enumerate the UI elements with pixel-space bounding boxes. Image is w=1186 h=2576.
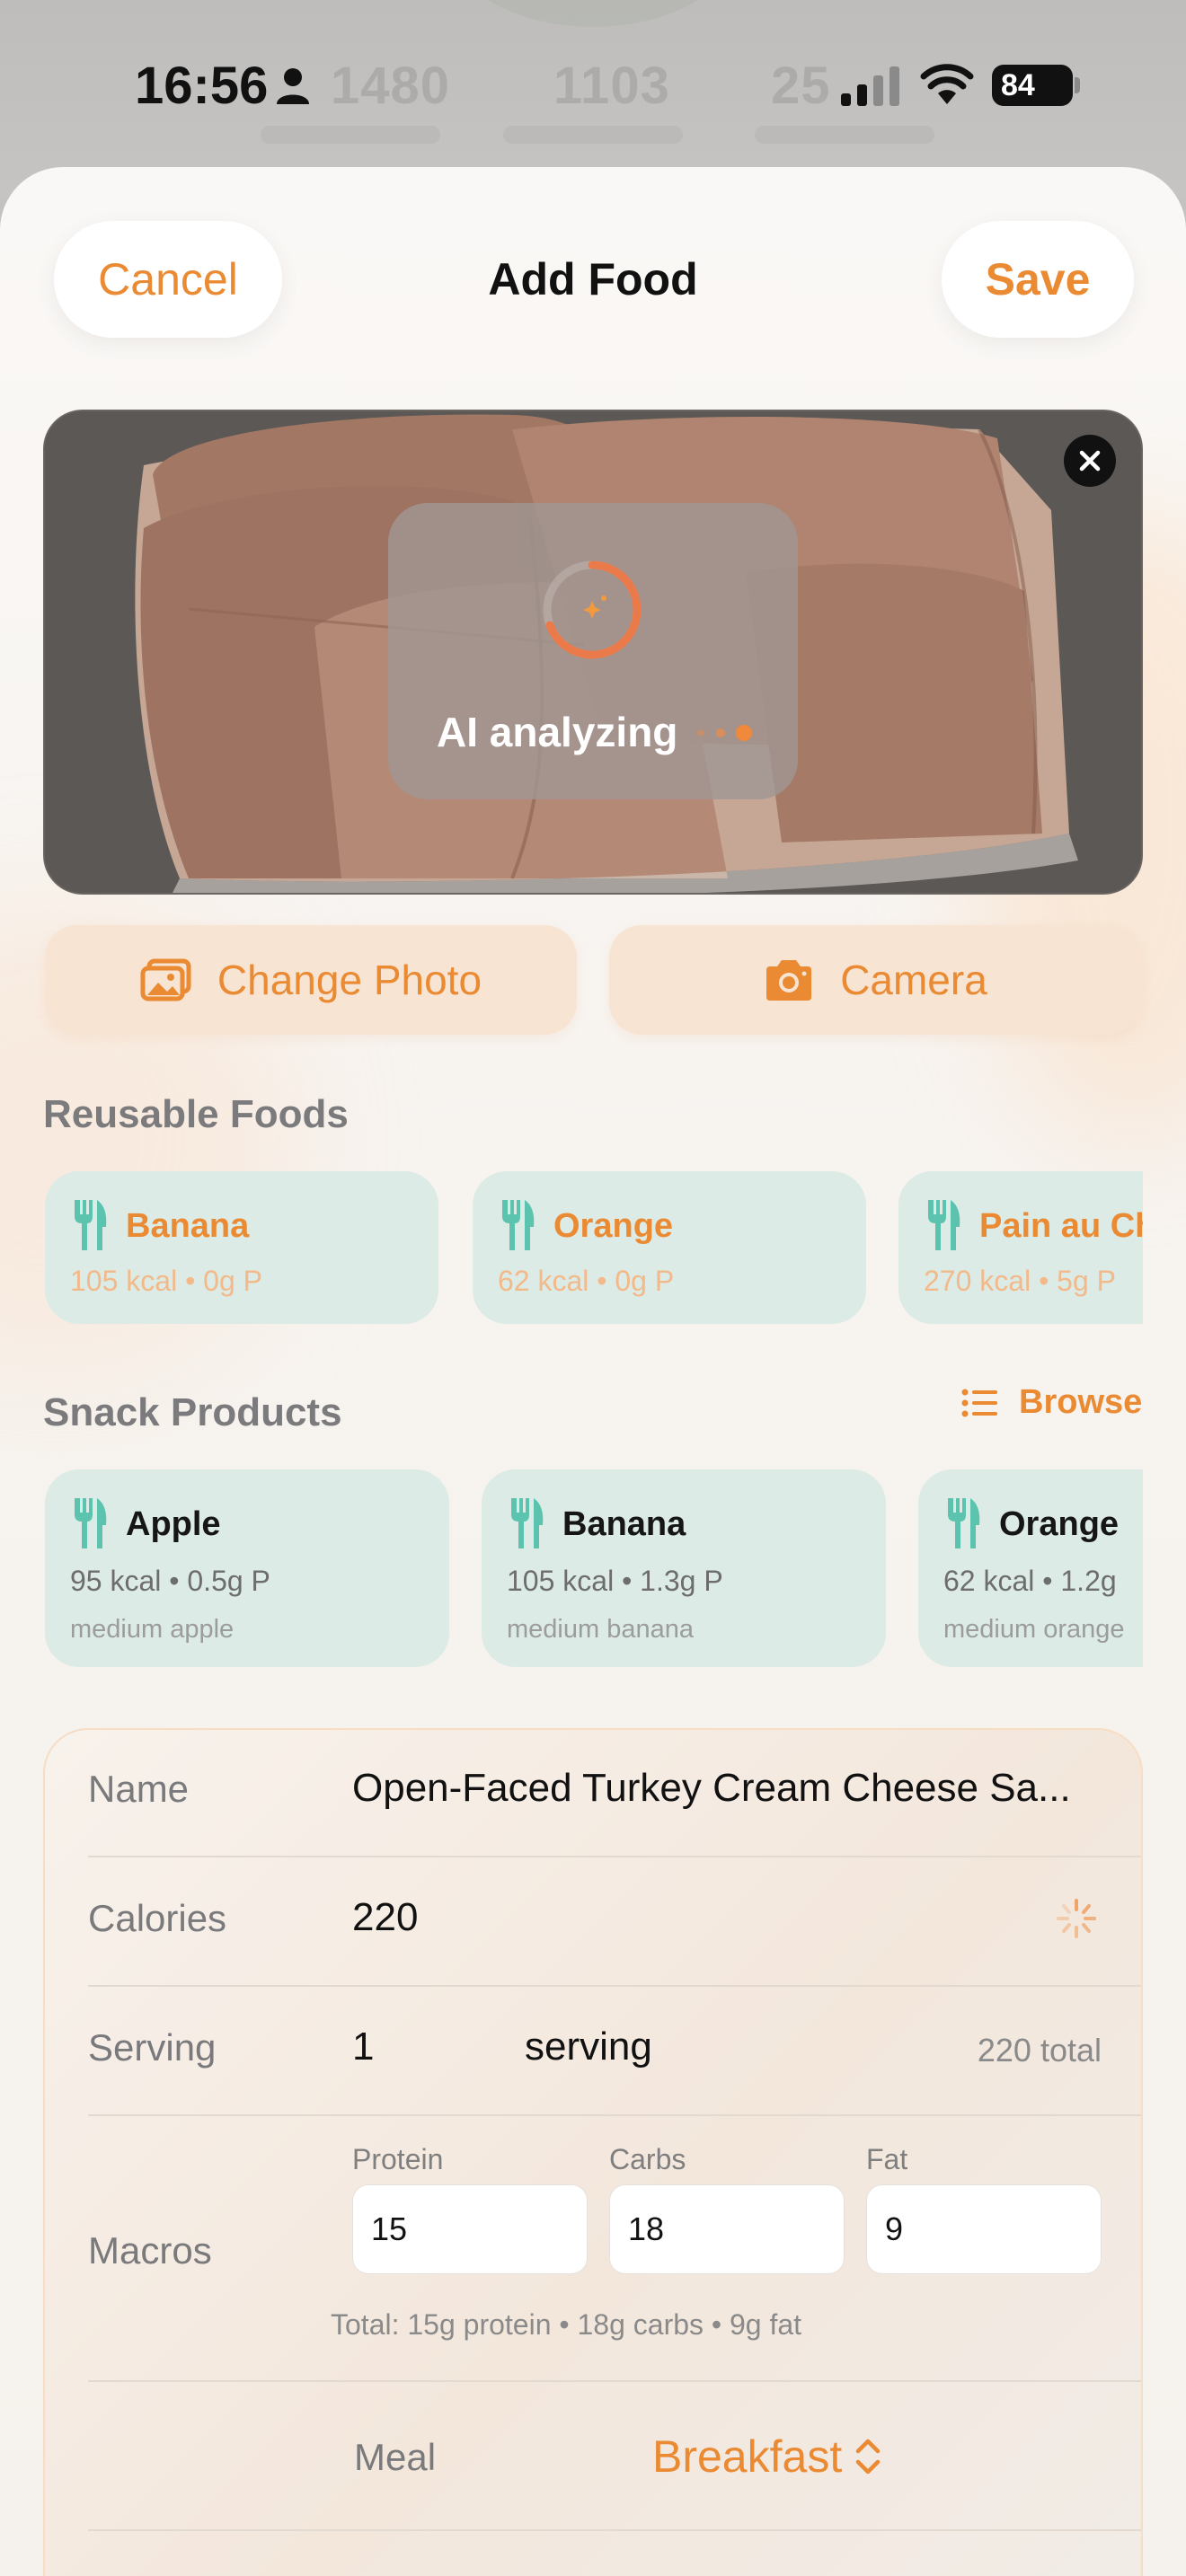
person-icon	[277, 68, 309, 104]
food-name: Banana	[126, 1207, 250, 1245]
divider	[88, 1856, 1141, 1857]
reusable-food-card[interactable]: Pain au Ch 270 kcal • 5g P	[898, 1171, 1143, 1324]
spinner-icon	[543, 560, 642, 659]
camera-button[interactable]: Camera	[609, 925, 1141, 1035]
divider	[88, 1985, 1141, 1987]
change-photo-label: Change Photo	[217, 957, 482, 1003]
meal-row: Meal Breakfast	[45, 2431, 1141, 2508]
serving-total: 220 total	[977, 2032, 1102, 2069]
battery-indicator: 84	[992, 65, 1073, 106]
meal-label: Meal	[354, 2436, 437, 2478]
product-name: Apple	[126, 1505, 221, 1543]
battery-cap	[1075, 77, 1080, 93]
list-icon	[961, 1389, 997, 1416]
carbs-input[interactable]	[609, 2184, 845, 2274]
macros-total: Total: 15g protein • 18g carbs • 9g fat	[331, 2308, 802, 2341]
wifi-icon	[920, 64, 974, 104]
fork-knife-icon	[502, 1200, 535, 1250]
fork-knife-icon	[75, 1200, 107, 1250]
product-note: medium apple	[70, 1615, 235, 1644]
protein-input[interactable]	[352, 2184, 588, 2274]
reusable-foods-carousel[interactable]: Banana 105 kcal • 0g P Orange 62 kcal • …	[43, 1171, 1143, 1329]
macros-label: Macros	[88, 2229, 212, 2272]
divider	[88, 2380, 1141, 2382]
food-details-form: Name Open-Faced Turkey Cream Cheese Sa..…	[43, 1728, 1143, 2576]
serving-unit-field[interactable]: serving	[525, 2025, 652, 2069]
serving-amount-field[interactable]: 1	[352, 2025, 374, 2069]
food-name: Pain au Ch	[979, 1207, 1143, 1245]
ai-status-text: AI analyzing	[437, 709, 678, 755]
reusable-foods-heading: Reusable Foods	[43, 1092, 349, 1136]
fork-knife-icon	[948, 1498, 980, 1548]
activity-spinner-icon	[1057, 1899, 1096, 1938]
browse-label: Browse	[1019, 1383, 1143, 1421]
product-name: Banana	[562, 1505, 686, 1543]
reusable-food-card[interactable]: Banana 105 kcal • 0g P	[45, 1171, 438, 1324]
fat-label: Fat	[866, 2143, 908, 2175]
snack-product-card[interactable]: Orange 62 kcal • 1.2g medium orange	[918, 1469, 1143, 1667]
name-label: Name	[88, 1768, 190, 1810]
close-icon	[1079, 450, 1101, 472]
fork-knife-icon	[75, 1498, 107, 1548]
camera-icon	[766, 960, 812, 1001]
fat-input[interactable]	[866, 2184, 1102, 2274]
snack-product-card[interactable]: Banana 105 kcal • 1.3g P medium banana	[482, 1469, 886, 1667]
food-detail: 105 kcal • 0g P	[70, 1265, 262, 1297]
background-stat-label	[503, 126, 683, 144]
product-name: Orange	[999, 1505, 1120, 1543]
food-detail: 270 kcal • 5g P	[924, 1265, 1116, 1297]
carbs-label: Carbs	[609, 2143, 686, 2175]
macros-row: Macros Protein Carbs Fat Total: 15g prot…	[88, 2143, 1141, 2377]
calories-row[interactable]: Calories 220	[88, 1895, 1141, 1969]
gallery-icon	[140, 958, 191, 1001]
divider	[88, 2529, 1141, 2531]
snack-product-card[interactable]: Apple 95 kcal • 0.5g P medium apple	[45, 1469, 449, 1667]
divider	[88, 2114, 1141, 2116]
ai-analyzing-overlay: AI analyzing	[388, 503, 798, 799]
browse-link[interactable]: Browse	[961, 1383, 1142, 1422]
add-food-sheet: Cancel Add Food Save AI analyzing Change…	[0, 167, 1186, 2576]
calories-label: Calories	[88, 1897, 227, 1939]
fork-knife-icon	[511, 1498, 544, 1548]
product-note: medium orange	[943, 1615, 1125, 1644]
protein-label: Protein	[352, 2143, 444, 2175]
camera-label: Camera	[840, 957, 987, 1003]
product-note: medium banana	[507, 1615, 694, 1644]
status-time: 16:56	[135, 57, 269, 115]
name-row[interactable]: Name Open-Faced Turkey Cream Cheese Sa..…	[88, 1766, 1141, 1839]
meal-picker[interactable]: Breakfast	[652, 2430, 881, 2483]
fork-knife-icon	[928, 1200, 960, 1250]
snack-products-carousel[interactable]: Apple 95 kcal • 0.5g P medium apple Bana…	[43, 1469, 1143, 1672]
background-stat: 1480	[331, 57, 451, 115]
background-stat: 25	[771, 57, 831, 115]
change-photo-button[interactable]: Change Photo	[45, 925, 577, 1035]
chevron-up-down-icon	[855, 2439, 881, 2475]
product-detail: 62 kcal • 1.2g	[943, 1565, 1117, 1597]
background-stat-label	[261, 126, 440, 144]
calories-field[interactable]: 220	[352, 1895, 418, 1940]
progress-dots	[697, 725, 752, 741]
serving-label: Serving	[88, 2026, 217, 2069]
meal-value: Breakfast	[652, 2431, 843, 2482]
signal-icon	[841, 66, 899, 106]
save-button[interactable]: Save	[942, 221, 1134, 338]
background-stat: 1103	[553, 57, 670, 115]
reusable-food-card[interactable]: Orange 62 kcal • 0g P	[473, 1171, 866, 1324]
product-detail: 95 kcal • 0.5g P	[70, 1565, 270, 1597]
remove-photo-button[interactable]	[1064, 435, 1116, 487]
name-field[interactable]: Open-Faced Turkey Cream Cheese Sa...	[352, 1766, 1071, 1811]
snack-products-heading: Snack Products	[43, 1390, 342, 1434]
product-detail: 105 kcal • 1.3g P	[507, 1565, 723, 1597]
background-stat-label	[755, 126, 934, 144]
serving-row[interactable]: Serving 1 serving 220 total	[88, 2025, 1141, 2098]
food-name: Orange	[553, 1207, 674, 1245]
food-detail: 62 kcal • 0g P	[498, 1265, 675, 1297]
